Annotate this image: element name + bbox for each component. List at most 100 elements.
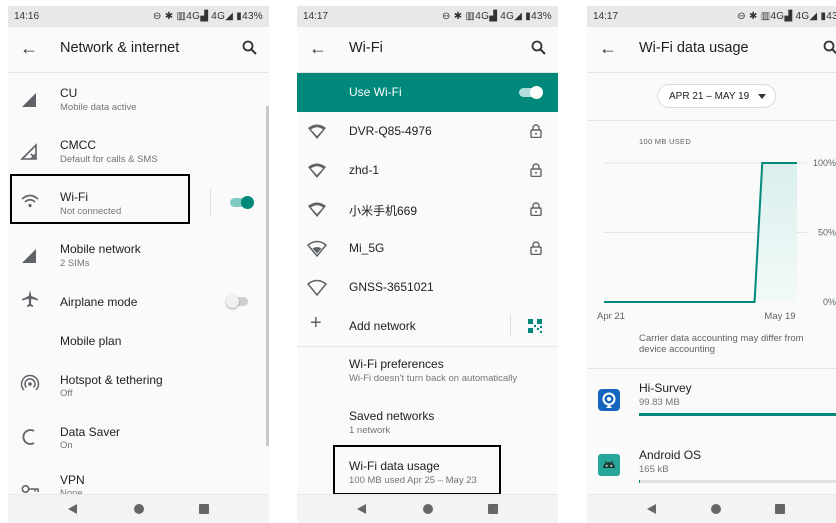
app-bar: ← Wi-Fi [297, 27, 558, 73]
carrier-note: Carrier data accounting may differ from … [639, 333, 804, 355]
nav-bar [297, 494, 558, 523]
search-icon[interactable] [241, 39, 259, 57]
add-network-item[interactable]: + Add network [297, 307, 558, 346]
item-title: CU [60, 86, 78, 100]
item-title: Airplane mode [60, 295, 138, 309]
nav-bar [8, 494, 269, 523]
y-tick-label: 50% [818, 228, 836, 238]
item-title: Mobile plan [60, 334, 122, 348]
status-bar: 14:16 ⊖ ✱ ▥4G▟ 4G◢ ▮43% [8, 6, 269, 27]
status-icons: ⊖ ✱ ▥4G▟ 4G◢ ▮43 [737, 11, 836, 22]
network-name: 小米手机669 [349, 204, 418, 218]
airplane-toggle[interactable] [226, 295, 250, 308]
status-bar: 14:17 ⊖ ✱ ▥4G▟ 4G◢ ▮43% [297, 6, 558, 27]
wifi-network-item[interactable]: GNSS-3651021 [297, 268, 558, 307]
back-arrow-icon[interactable]: ← [309, 38, 327, 59]
page-title: Wi-Fi [349, 40, 383, 56]
date-range-section: APR 21 – MAY 19 [587, 73, 836, 121]
nav-back-icon[interactable] [68, 504, 77, 514]
nav-home-icon[interactable] [134, 504, 144, 514]
y-tick-label: 0% [823, 297, 836, 307]
list-item-cmcc[interactable]: CMCC Default for calls & SMS [8, 125, 269, 177]
item-subtitle: 1 network [349, 425, 391, 436]
wifi-preferences-item[interactable]: Wi-Fi preferences Wi-Fi doesn't turn bac… [297, 346, 558, 398]
scrollbar[interactable] [266, 106, 269, 446]
app-bar: ← Network & internet [8, 27, 269, 73]
search-icon[interactable] [530, 39, 548, 57]
app-name: Android OS [639, 448, 702, 462]
usage-bar-fill [639, 480, 640, 483]
signal-no-data-icon [20, 143, 37, 160]
status-icons: ⊖ ✱ ▥4G▟ 4G◢ ▮43% [442, 11, 552, 22]
list-item-airplane-mode[interactable]: Airplane mode [8, 281, 269, 321]
wifi-network-item[interactable]: DVR-Q85-4976 [297, 112, 558, 151]
app-usage-row[interactable]: Android OS 165 kB [587, 436, 836, 494]
saved-networks-item[interactable]: Saved networks 1 network [297, 398, 558, 450]
item-title: CMCC [60, 138, 96, 152]
nav-back-icon[interactable] [357, 504, 366, 514]
wifi-signal-icon [307, 279, 327, 297]
item-subtitle: On [60, 440, 73, 451]
android-os-app-icon [598, 454, 620, 476]
divider [210, 189, 211, 215]
item-subtitle: Wi-Fi doesn't turn back on automatically [349, 373, 518, 384]
item-title: VPN [60, 473, 85, 487]
date-range-dropdown[interactable]: APR 21 – MAY 19 [657, 84, 776, 108]
use-wifi-toggle[interactable] [519, 86, 543, 99]
wifi-network-item[interactable]: Mi_5G [297, 229, 558, 268]
nav-home-icon[interactable] [423, 504, 433, 514]
divider [510, 315, 511, 337]
use-wifi-bar[interactable]: Use Wi-Fi [297, 73, 558, 112]
item-subtitle: Default for calls & SMS [60, 154, 158, 165]
dropdown-arrow-icon [758, 94, 766, 99]
lock-icon [530, 202, 542, 216]
network-name: DVR-Q85-4976 [349, 124, 432, 138]
app-bar: ← Wi-Fi data usage [587, 27, 836, 73]
list-item-mobile-plan[interactable]: Mobile plan [8, 321, 269, 361]
x-tick-label: May 19 [764, 311, 795, 322]
x-tick-label: Apr 21 [597, 311, 625, 322]
page-title: Wi-Fi data usage [639, 40, 749, 56]
item-subtitle: Mobile data active [60, 102, 137, 113]
plus-icon: + [310, 312, 322, 334]
nav-home-icon[interactable] [711, 504, 721, 514]
wifi-toggle[interactable] [230, 196, 254, 209]
wifi-network-item[interactable]: 小米手机669 [297, 190, 558, 229]
item-subtitle: Off [60, 388, 73, 399]
nav-recents-icon[interactable] [775, 504, 785, 514]
usage-bar-fill [639, 413, 836, 416]
wifi-data-usage-screen: 14:17 ⊖ ✱ ▥4G▟ 4G◢ ▮43 ← Wi-Fi data usag… [587, 6, 836, 523]
wifi-signal-icon [307, 240, 327, 258]
use-wifi-label: Use Wi-Fi [349, 85, 402, 99]
list-item-cu[interactable]: CU Mobile data active [8, 73, 269, 125]
item-title: Hotspot & tethering [60, 373, 163, 387]
usage-bar-track [639, 413, 836, 416]
nav-recents-icon[interactable] [488, 504, 498, 514]
wifi-network-item[interactable]: zhd-1 [297, 151, 558, 190]
item-title: Data Saver [60, 425, 121, 439]
status-bar: 14:17 ⊖ ✱ ▥4G▟ 4G◢ ▮43 [587, 6, 836, 27]
nav-back-icon[interactable] [647, 504, 656, 514]
page-title: Network & internet [60, 40, 180, 56]
back-arrow-icon[interactable]: ← [599, 38, 617, 59]
item-title: Wi-Fi preferences [349, 357, 444, 371]
wifi-signal-icon [308, 163, 326, 178]
qr-code-icon[interactable] [528, 319, 542, 333]
list-item-mobile-network[interactable]: Mobile network 2 SIMs [8, 229, 269, 281]
item-title: Saved networks [349, 409, 435, 423]
list-item-hotspot[interactable]: Hotspot & tethering Off [8, 361, 269, 413]
highlight-box [333, 445, 501, 495]
network-name: Mi_5G [349, 241, 385, 255]
list-item-data-saver[interactable]: Data Saver On [8, 413, 269, 465]
lock-icon [530, 241, 542, 255]
app-usage-row[interactable]: Hi-Survey 99.83 MB [587, 368, 836, 436]
network-name: GNSS-3651021 [349, 280, 434, 294]
nav-recents-icon[interactable] [199, 504, 209, 514]
wifi-signal-icon [308, 202, 326, 217]
status-icons: ⊖ ✱ ▥4G▟ 4G◢ ▮43% [153, 11, 263, 22]
usage-chart-section: 100 MB USED 100% 50% 0% Apr 21 May 19 Carrie… [587, 122, 836, 368]
back-arrow-icon[interactable]: ← [20, 38, 38, 59]
usage-bar-track [639, 480, 836, 483]
status-time: 14:17 [593, 11, 619, 22]
search-icon[interactable] [822, 39, 836, 57]
